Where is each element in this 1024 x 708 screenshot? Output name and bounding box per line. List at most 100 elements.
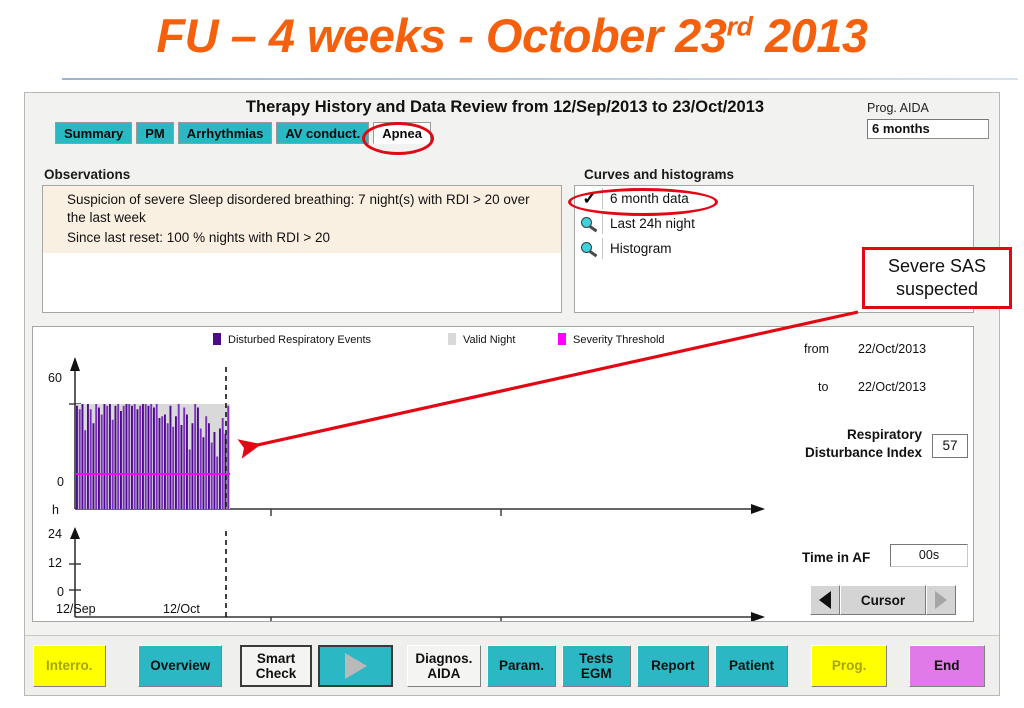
bar: [139, 405, 142, 509]
bar: [169, 405, 172, 509]
button-diagnos-aida[interactable]: Diagnos. AIDA: [406, 644, 482, 687]
button-patient[interactable]: Patient: [715, 644, 788, 687]
bar: [210, 442, 213, 509]
bar: [100, 414, 103, 509]
bar: [158, 418, 161, 509]
button-param[interactable]: Param.: [487, 644, 556, 687]
bar: [205, 416, 208, 509]
bar: [221, 418, 224, 509]
legend-label: Severity Threshold: [573, 334, 665, 346]
rdi-label: Respiratory Disturbance Index: [780, 426, 922, 462]
bar: [76, 405, 78, 509]
bar: [155, 404, 158, 509]
prog-aida-value[interactable]: 6 months: [867, 119, 989, 139]
magnifier-icon: [577, 213, 603, 234]
time-in-af-label: Time in AF: [802, 550, 871, 565]
bar: [191, 423, 194, 509]
bar: [153, 407, 155, 509]
observations-text: Suspicion of severe Sleep disordered bre…: [43, 186, 561, 253]
bar: [188, 449, 191, 509]
tab-bar: Summary PM Arrhythmias AV conduct. Apnea: [55, 122, 435, 144]
bar: [216, 456, 219, 509]
button-interro[interactable]: Interro.: [33, 644, 106, 687]
callout-line-1: Severe SAS: [887, 256, 987, 276]
bar: [111, 419, 114, 509]
bar: [161, 416, 164, 509]
bar: [208, 423, 210, 509]
tab-pm[interactable]: PM: [136, 122, 174, 144]
plot1-bars: [76, 404, 230, 509]
observation-line-2: Since last reset: 100 % nights with RDI …: [67, 230, 331, 245]
bar: [81, 404, 84, 509]
observations-title: Observations: [44, 167, 131, 182]
cursor-button[interactable]: Cursor: [840, 585, 926, 615]
tab-av-conduct[interactable]: AV conduct.: [276, 122, 370, 144]
apnea-charts-svg: [69, 357, 765, 621]
observations-panel: Suspicion of severe Sleep disordered bre…: [42, 185, 562, 313]
legend-swatch: [448, 333, 456, 345]
observation-line-1: Suspicion of severe Sleep disordered bre…: [67, 192, 530, 225]
tab-summary[interactable]: Summary: [55, 122, 133, 144]
bar: [166, 423, 169, 509]
bar: [180, 425, 183, 509]
bar: [95, 404, 98, 509]
button-smart-check[interactable]: Smart Check: [239, 644, 313, 687]
bar: [186, 414, 188, 509]
bar: [120, 411, 122, 509]
bar: [197, 407, 199, 509]
cursor-next-button[interactable]: [926, 585, 956, 615]
bar: [117, 404, 120, 509]
legend-item-disturbed-respiratory-events: Disturbed Respiratory Events: [213, 333, 371, 346]
bar: [109, 404, 111, 509]
plot1-ytick-0: 0: [57, 475, 64, 489]
slide-title-tail: 2013: [752, 9, 868, 62]
tab-apnea[interactable]: Apnea: [373, 122, 431, 144]
plot2-xtick-mid: 12/Oct: [163, 602, 200, 616]
button-prog[interactable]: Prog.: [810, 644, 888, 687]
legend-swatch: [558, 333, 566, 345]
to-label: to: [818, 380, 829, 394]
tab-arrhythmias[interactable]: Arrhythmias: [177, 122, 273, 144]
bar: [92, 423, 95, 509]
slide-title: FU – 4 weeks - October 23rd 2013: [0, 8, 1024, 63]
bar: [128, 404, 131, 509]
bar: [164, 414, 166, 509]
plot1-ytick-60: 60: [48, 371, 62, 385]
bar: [172, 426, 175, 509]
cursor-previous-button[interactable]: [810, 585, 840, 615]
bar: [175, 416, 177, 509]
curve-item-label: 6 month data: [610, 191, 689, 206]
bar: [183, 407, 186, 509]
magnifier-icon: [577, 238, 603, 259]
plot2-ylabel: h: [52, 503, 59, 517]
button-end[interactable]: End: [908, 644, 985, 687]
check-icon: ✓: [577, 188, 603, 209]
bar: [131, 405, 133, 509]
bar: [87, 404, 89, 509]
button-report[interactable]: Report: [636, 644, 710, 687]
curves-title: Curves and histograms: [584, 167, 735, 182]
bar: [84, 430, 87, 509]
curve-item-6-month-data[interactable]: ✓ 6 month data: [575, 186, 973, 211]
to-value: 22/Oct/2013: [858, 380, 927, 394]
cursor-control: Cursor: [810, 585, 956, 615]
slide-title-superscript: rd: [726, 11, 753, 42]
bar: [147, 405, 150, 509]
curve-item-last-24h-night[interactable]: Last 24h night: [575, 211, 973, 236]
from-label: from: [804, 342, 829, 356]
curve-item-label: Last 24h night: [610, 216, 695, 231]
screen-header: Therapy History and Data Review from 12/…: [25, 93, 999, 145]
bar: [136, 409, 139, 509]
button-play[interactable]: [318, 644, 393, 687]
bar: [142, 404, 144, 509]
charts-panel: Disturbed Respiratory Events Valid Night…: [32, 326, 974, 622]
slide-title-main: FU – 4 weeks - October 23: [156, 9, 727, 62]
bar: [133, 404, 136, 509]
page-title: Therapy History and Data Review from 12/…: [245, 98, 765, 116]
bar: [103, 404, 106, 509]
chart-legend: Disturbed Respiratory Events Valid Night…: [183, 333, 723, 349]
button-overview[interactable]: Overview: [138, 644, 223, 687]
legend-label: Valid Night: [463, 334, 516, 346]
bar: [227, 405, 230, 509]
button-tests-egm[interactable]: Tests EGM: [561, 644, 631, 687]
